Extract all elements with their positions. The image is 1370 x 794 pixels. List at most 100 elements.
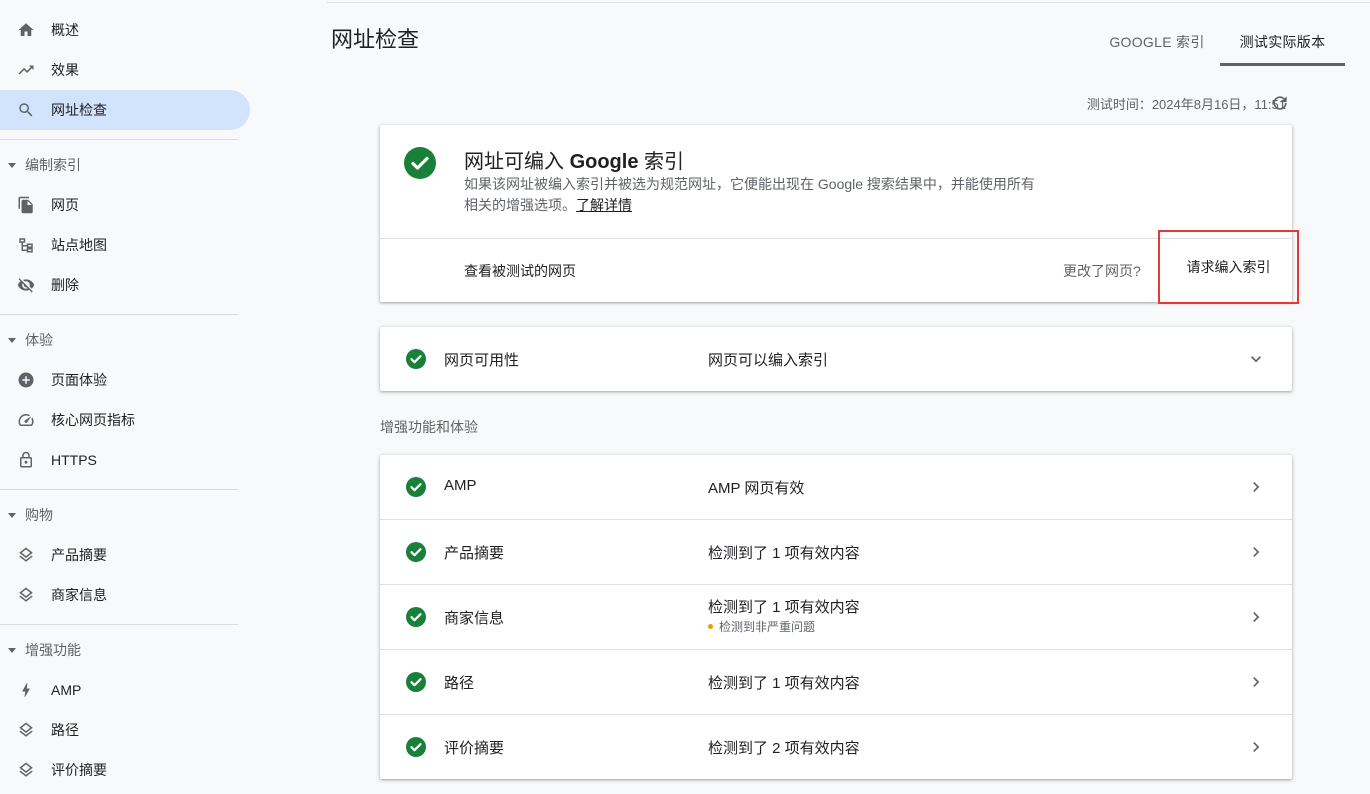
card-divider xyxy=(380,238,1292,239)
sidebar-group-label: 体验 xyxy=(25,332,53,348)
plus-circle-icon xyxy=(16,370,36,390)
sidebar-item-label: 删除 xyxy=(51,277,79,293)
enhancement-row-review-snippets[interactable]: 评价摘要 检测到了 2 项有效内容 xyxy=(380,715,1292,779)
sidebar-group-indexing[interactable]: 编制索引 xyxy=(0,150,81,180)
chevron-down-icon[interactable] xyxy=(1246,349,1266,369)
bolt-icon xyxy=(16,680,36,700)
pages-icon xyxy=(16,195,36,215)
sidebar-item-breadcrumbs[interactable]: 路径 xyxy=(0,710,250,750)
check-circle-icon xyxy=(406,672,426,692)
status-title: 网址可编入 Google 索引 xyxy=(464,145,684,174)
sidebar-divider xyxy=(0,489,238,490)
row-label: 产品摘要 xyxy=(444,545,505,562)
sidebar-group-label: 增强功能 xyxy=(25,642,81,658)
enhancement-row-amp[interactable]: AMP AMP 网页有效 xyxy=(380,455,1292,519)
header-divider xyxy=(327,2,1370,3)
sidebar-group-experience[interactable]: 体验 xyxy=(0,325,53,355)
check-circle-icon xyxy=(406,477,426,497)
chevron-right-icon[interactable] xyxy=(1246,672,1266,692)
row-label: 商家信息 xyxy=(444,610,505,627)
warning-note: 检测到非严重问题 xyxy=(708,618,815,635)
speed-icon xyxy=(16,410,36,430)
home-icon xyxy=(16,20,36,40)
sidebar-item-removals[interactable]: 删除 xyxy=(0,265,250,305)
sidebar-item-review-snippets[interactable]: 评价摘要 xyxy=(0,750,250,790)
chevron-right-icon[interactable] xyxy=(1246,607,1266,627)
check-circle-icon xyxy=(406,737,426,757)
sidebar-item-performance[interactable]: 效果 xyxy=(0,50,250,90)
refresh-icon[interactable] xyxy=(1270,93,1290,113)
check-circle-icon xyxy=(406,542,426,562)
sidebar-item-label: HTTPS xyxy=(51,452,97,468)
sidebar-item-pages[interactable]: 网页 xyxy=(0,185,250,225)
chevron-right-icon[interactable] xyxy=(1246,477,1266,497)
status-title-prefix: 网址可编入 xyxy=(464,151,570,173)
layers-icon xyxy=(16,760,36,780)
sidebar-group-shopping[interactable]: 购物 xyxy=(0,500,53,530)
eye-off-icon xyxy=(16,275,36,295)
enhancement-row-breadcrumbs[interactable]: 路径 检测到了 1 项有效内容 xyxy=(380,650,1292,714)
sidebar-item-label: AMP xyxy=(51,682,82,698)
learn-more-link[interactable]: 了解详情 xyxy=(576,197,632,213)
sitemap-icon xyxy=(16,235,36,255)
sidebar-item-https[interactable]: HTTPS xyxy=(0,440,250,480)
page-availability-row[interactable]: 网页可用性 网页可以编入索引 xyxy=(380,327,1292,391)
layers-icon xyxy=(16,545,36,565)
status-title-brand: Google xyxy=(569,151,639,173)
sidebar-item-core-web-vitals[interactable]: 核心网页指标 xyxy=(0,400,250,440)
warning-text: 检测到非严重问题 xyxy=(719,620,816,634)
sidebar-group-enhancements[interactable]: 增强功能 xyxy=(0,635,81,665)
chevron-right-icon[interactable] xyxy=(1246,542,1266,562)
warning-dot-icon xyxy=(708,624,713,629)
row-value: 检测到了 1 项有效内容 xyxy=(708,545,860,562)
sidebar-item-label: 产品摘要 xyxy=(51,547,107,563)
row-value: 检测到了 1 项有效内容 xyxy=(708,675,860,692)
request-indexing-button[interactable]: 请求编入索引 xyxy=(1158,230,1299,304)
sidebar-item-merchant-listings[interactable]: 商家信息 xyxy=(0,575,250,615)
sidebar-item-label: 商家信息 xyxy=(51,587,107,603)
sidebar-item-product-snippets[interactable]: 产品摘要 xyxy=(0,535,250,575)
trending-up-icon xyxy=(16,60,36,80)
sidebar-item-label: 评价摘要 xyxy=(51,762,107,778)
sidebar-item-url-inspection[interactable]: 网址检查 xyxy=(0,90,250,130)
check-circle-icon xyxy=(404,147,436,179)
view-tested-page-button[interactable]: 查看被测试的网页 xyxy=(464,261,576,281)
row-label: 评价摘要 xyxy=(444,740,505,757)
collapse-triangle-icon xyxy=(8,512,16,518)
sidebar-item-page-experience[interactable]: 页面体验 xyxy=(0,360,250,400)
sidebar-divider xyxy=(0,314,238,315)
index-status-card: 网址可编入 Google 索引 如果该网址被编入索引并被选为规范网址，它便能出现… xyxy=(380,125,1299,304)
sidebar-divider xyxy=(0,139,238,140)
sidebar-item-amp[interactable]: AMP xyxy=(0,670,250,710)
row-label: 网页可用性 xyxy=(444,352,520,369)
layers-icon xyxy=(16,585,36,605)
sidebar-item-label: 网址检查 xyxy=(51,102,107,118)
tab-google-index[interactable]: GOOGLE 索引 xyxy=(1097,18,1217,66)
row-value: 网页可以编入索引 xyxy=(708,352,829,369)
sidebar-item-label: 网页 xyxy=(51,197,79,213)
collapse-triangle-icon xyxy=(8,337,16,343)
page-availability-card: 网页可用性 网页可以编入索引 xyxy=(380,327,1292,391)
sidebar-item-label: 站点地图 xyxy=(51,237,107,253)
enhancements-section-label: 增强功能和体验 xyxy=(380,419,478,435)
search-icon xyxy=(16,100,36,120)
sidebar-divider xyxy=(0,624,238,625)
enhancement-row-merchant-listings[interactable]: 商家信息 检测到了 1 项有效内容 检测到非严重问题 xyxy=(380,585,1292,649)
page-title: 网址检查 xyxy=(331,27,420,52)
chevron-right-icon[interactable] xyxy=(1246,737,1266,757)
row-label: AMP xyxy=(444,477,477,494)
tab-live-test[interactable]: 测试实际版本 xyxy=(1220,18,1345,66)
sidebar: 概述 效果 网址检查 编制索引 网页 站点地图 删除 体验 页面体验 核心网页指… xyxy=(0,0,250,794)
test-timestamp: 测试时间：2024年8月16日，11:51 xyxy=(1086,97,1286,112)
row-label: 路径 xyxy=(444,675,475,692)
check-circle-icon xyxy=(406,349,426,369)
row-value: AMP 网页有效 xyxy=(708,480,805,497)
sidebar-item-sitemaps[interactable]: 站点地图 xyxy=(0,225,250,265)
status-description: 如果该网址被编入索引并被选为规范网址，它便能出现在 Google 搜索结果中，并… xyxy=(464,174,1044,216)
enhancement-row-product-snippets[interactable]: 产品摘要 检测到了 1 项有效内容 xyxy=(380,520,1292,584)
sidebar-item-overview[interactable]: 概述 xyxy=(0,10,250,50)
status-title-suffix: 索引 xyxy=(638,151,685,173)
sidebar-item-label: 核心网页指标 xyxy=(51,412,135,428)
page-changed-label: 更改了网页? xyxy=(1063,263,1141,279)
sidebar-group-label: 购物 xyxy=(25,507,53,523)
